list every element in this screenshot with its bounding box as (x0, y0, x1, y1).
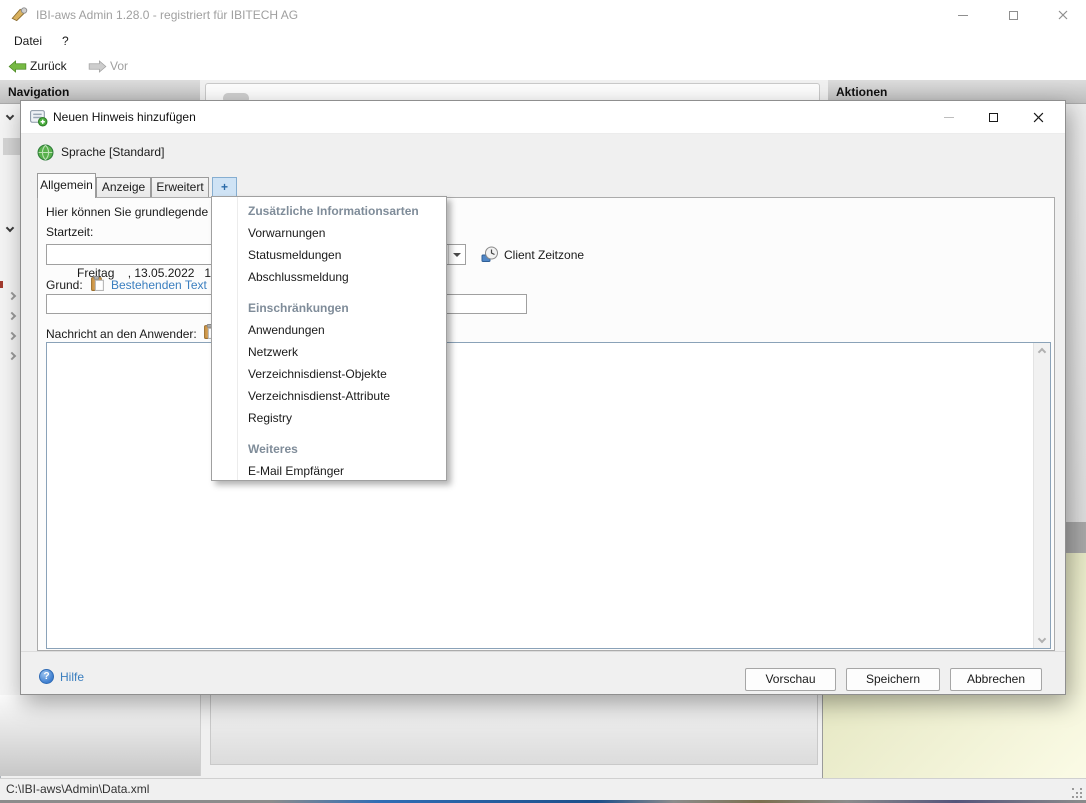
menu-help[interactable]: ? (62, 30, 69, 52)
intro-text: Hier können Sie grundlegende Ei (46, 205, 222, 219)
chevron-down-icon[interactable] (448, 245, 465, 264)
menubar: Datei ? (0, 30, 1086, 52)
abbrechen-button[interactable]: Abbrechen (950, 668, 1042, 691)
reuse-text-link[interactable]: Bestehenden Text üb (111, 278, 224, 292)
grund-label: Grund: (46, 278, 83, 292)
forward-button[interactable]: Vor (110, 52, 128, 80)
speichern-button[interactable]: Speichern (846, 668, 940, 691)
scroll-down-icon[interactable] (1038, 635, 1046, 643)
main-window: IBI-aws Admin 1.28.0 - registriert für I… (0, 0, 1086, 803)
add-information-menu: Zusätzliche Informationsarten Vorwarnung… (211, 196, 447, 481)
tab-allgemein[interactable]: Allgemein (37, 173, 96, 198)
tree-node-fragment[interactable] (3, 138, 20, 155)
navigation-panel-bottom (0, 695, 201, 776)
right-scrollbar-track[interactable] (1066, 104, 1086, 522)
tab-erweitert[interactable]: Erweitert (151, 177, 209, 198)
message-label: Nachricht an den Anwender: (46, 327, 197, 341)
menu-header-informationsarten: Zusätzliche Informationsarten (212, 200, 446, 222)
tree-collapsed-icon[interactable] (9, 293, 15, 299)
vorschau-button[interactable]: Vorschau (745, 668, 836, 691)
tree-marker (0, 281, 3, 288)
textarea-scrollbar[interactable] (1033, 343, 1050, 648)
help-link[interactable]: Hilfe (60, 670, 84, 684)
startzeit-label: Startzeit: (46, 225, 93, 239)
menu-item-vorwarnungen[interactable]: Vorwarnungen (212, 222, 446, 244)
resize-grip-icon[interactable] (1072, 788, 1074, 790)
dialog-add-hint: Neuen Hinweis hinzufügen Sprache [Standa… (20, 100, 1066, 695)
window-title: IBI-aws Admin 1.28.0 - registriert für I… (36, 0, 298, 30)
scroll-up-icon[interactable] (1038, 348, 1046, 356)
minimize-icon[interactable] (940, 0, 986, 30)
menu-item-verzeichnisdienst-objekte[interactable]: Verzeichnisdienst-Objekte (212, 363, 446, 385)
menu-header-weiteres: Weiteres (212, 438, 446, 460)
menu-item-verzeichnisdienst-attribute[interactable]: Verzeichnisdienst-Attribute (212, 385, 446, 407)
tree-expander-icon[interactable] (7, 113, 13, 119)
forward-arrow-icon (88, 60, 107, 76)
back-button[interactable]: Zurück (30, 52, 67, 80)
client-timezone-icon (481, 246, 499, 266)
back-arrow-icon (8, 60, 27, 76)
menu-item-netzwerk[interactable]: Netzwerk (212, 341, 446, 363)
dialog-minimize-icon[interactable] (926, 101, 971, 134)
dialog-title: Neuen Hinweis hinzufügen (53, 101, 196, 134)
menu-header-einschraenkungen: Einschränkungen (212, 297, 446, 319)
navigation-tree-strip (0, 104, 20, 695)
add-hint-icon (29, 108, 48, 130)
aktionen-note-panel-sliver (1066, 553, 1086, 695)
content-panel-bottom (210, 695, 818, 765)
client-timezone-label[interactable]: Client Zeitzone (504, 248, 584, 262)
message-textarea[interactable] (46, 342, 1051, 649)
tab-anzeige[interactable]: Anzeige (96, 177, 151, 198)
right-scrollbar-thumb[interactable] (1066, 522, 1086, 553)
add-tab-button[interactable]: + (212, 177, 237, 198)
help-icon[interactable]: ? (39, 669, 54, 684)
maximize-icon[interactable] (990, 0, 1036, 30)
dialog-close-icon[interactable] (1016, 101, 1061, 134)
tree-collapsed-icon[interactable] (9, 313, 15, 319)
menu-item-email-empfaenger[interactable]: E-Mail Empfänger (212, 460, 446, 481)
statusbar-path: C:\IBI-aws\Admin\Data.xml (6, 782, 149, 796)
dialog-maximize-icon[interactable] (971, 101, 1016, 134)
titlebar: IBI-aws Admin 1.28.0 - registriert für I… (0, 0, 1086, 30)
language-label: Sprache [Standard] (61, 144, 164, 161)
app-icon (10, 6, 28, 27)
menu-item-abschlussmeldung[interactable]: Abschlussmeldung (212, 266, 446, 288)
tree-expander-icon[interactable] (7, 225, 13, 231)
menu-item-statusmeldungen[interactable]: Statusmeldungen (212, 244, 446, 266)
tree-collapsed-icon[interactable] (9, 353, 15, 359)
dialog-footer: ? Hilfe Vorschau Speichern Abbrechen (21, 651, 1065, 694)
toolbar: Zurück Vor (0, 52, 1086, 80)
statusbar: C:\IBI-aws\Admin\Data.xml (0, 778, 1086, 800)
paste-icon[interactable] (91, 276, 104, 294)
dialog-titlebar: Neuen Hinweis hinzufügen (21, 101, 1065, 134)
close-icon[interactable] (1040, 0, 1086, 30)
menu-item-anwendungen[interactable]: Anwendungen (212, 319, 446, 341)
globe-icon (37, 144, 54, 164)
tree-collapsed-icon[interactable] (9, 333, 15, 339)
aktionen-note-panel (822, 695, 1086, 778)
menu-item-registry[interactable]: Registry (212, 407, 446, 429)
menu-datei[interactable]: Datei (14, 30, 42, 52)
